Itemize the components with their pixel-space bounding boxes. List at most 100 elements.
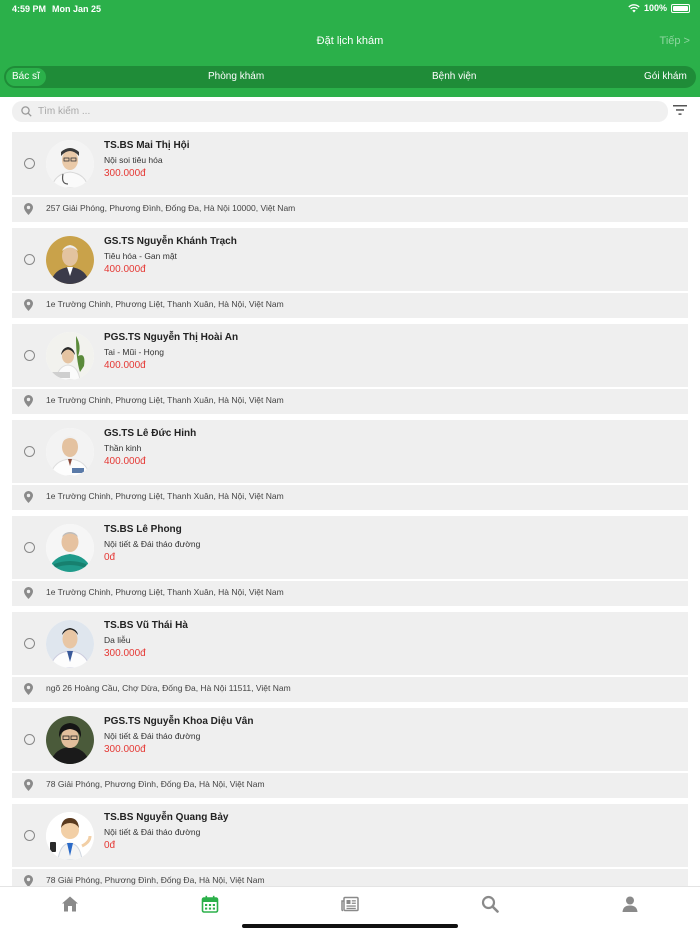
doctor-card[interactable]: TS.BS Mai Thị Hội Nội soi tiêu hóa 300.0… — [12, 132, 688, 222]
doctor-avatar — [46, 716, 94, 764]
doctor-card-info: GS.TS Lê Đức Hinh Thần kinh 400.000đ — [12, 420, 688, 482]
doctor-avatar — [46, 332, 94, 380]
select-radio[interactable] — [24, 638, 35, 649]
divider — [12, 291, 688, 293]
doctor-avatar — [46, 524, 94, 572]
status-date: Mon Jan 25 — [52, 4, 102, 14]
location-pin-icon — [24, 779, 33, 791]
doctor-specialty: Nội tiết & Đái tháo đường — [104, 539, 201, 549]
next-button[interactable]: Tiếp > — [660, 35, 690, 47]
tab-clinics[interactable]: Phòng khám — [208, 66, 264, 88]
doctor-avatar — [46, 620, 94, 668]
divider — [12, 387, 688, 389]
home-icon[interactable] — [61, 895, 79, 913]
doctor-name: GS.TS Lê Đức Hinh — [104, 428, 197, 439]
doctor-card[interactable]: GS.TS Lê Đức Hinh Thần kinh 400.000đ 1e … — [12, 420, 688, 510]
select-radio[interactable] — [24, 254, 35, 265]
calendar-icon[interactable] — [201, 895, 219, 913]
doctor-price: 300.000đ — [104, 168, 146, 179]
location-pin-icon — [24, 683, 33, 695]
doctor-name: PGS.TS Nguyễn Khoa Diệu Vân — [104, 716, 254, 727]
location-pin-icon — [24, 299, 33, 311]
doctor-name: PGS.TS Nguyễn Thị Hoài An — [104, 332, 239, 343]
page-title: Đặt lịch khám — [316, 35, 384, 47]
doctor-specialty: Tai - Mũi - Họng — [104, 347, 164, 357]
doctor-name: TS.BS Mai Thị Hội — [104, 140, 190, 151]
doctor-avatar — [46, 140, 94, 188]
doctor-list: TS.BS Mai Thị Hội Nội soi tiêu hóa 300.0… — [0, 132, 700, 886]
divider — [12, 579, 688, 581]
doctor-price: 300.000đ — [104, 648, 146, 659]
doctor-specialty: Tiêu hóa - Gan mật — [104, 251, 177, 261]
select-radio[interactable] — [24, 158, 35, 169]
doctor-name: GS.TS Nguyễn Khánh Trạch — [104, 236, 237, 247]
doctor-price: 0đ — [104, 840, 116, 851]
doctor-address: 78 Giải Phóng, Phương Đình, Đống Đa, Hà … — [46, 875, 265, 885]
doctor-price: 400.000đ — [104, 264, 146, 275]
status-bar: 4:59 PM Mon Jan 25 100% — [0, 0, 700, 18]
doctor-address: 1e Trường Chinh, Phương Liệt, Thanh Xuân… — [46, 587, 284, 597]
select-radio[interactable] — [24, 734, 35, 745]
doctor-specialty: Nội soi tiêu hóa — [104, 155, 163, 165]
news-icon[interactable] — [341, 895, 359, 913]
doctor-card[interactable]: PGS.TS Nguyễn Thị Hoài An Tai - Mũi - Họ… — [12, 324, 688, 414]
divider — [12, 195, 688, 197]
doctor-avatar — [46, 236, 94, 284]
select-radio[interactable] — [24, 542, 35, 553]
select-radio[interactable] — [24, 446, 35, 457]
doctor-address: 1e Trường Chinh, Phương Liệt, Thanh Xuân… — [46, 491, 284, 501]
tab-doctors[interactable]: Bác sĩ — [6, 68, 46, 86]
screen: 4:59 PM Mon Jan 25 100% Đặt lịch khám Ti… — [0, 0, 700, 934]
divider — [12, 675, 688, 677]
doctor-card-info: PGS.TS Nguyễn Khoa Diệu Vân Nội tiết & Đ… — [12, 708, 688, 770]
battery-icon — [671, 3, 690, 13]
status-indicators: 100% — [628, 3, 690, 13]
search-row — [0, 97, 700, 127]
divider — [12, 483, 688, 485]
doctor-price: 400.000đ — [104, 360, 146, 371]
location-pin-icon — [24, 203, 33, 215]
doctor-specialty: Thần kinh — [104, 443, 142, 453]
divider — [12, 771, 688, 773]
doctor-name: TS.BS Nguyễn Quang Bảy — [104, 812, 229, 823]
status-time: 4:59 PM — [12, 4, 47, 14]
doctor-avatar — [46, 812, 94, 860]
filter-icon[interactable] — [673, 104, 687, 116]
user-icon[interactable] — [621, 895, 639, 913]
search-input[interactable] — [38, 101, 638, 122]
doctor-address: 1e Trường Chinh, Phương Liệt, Thanh Xuân… — [46, 395, 284, 405]
select-radio[interactable] — [24, 830, 35, 841]
doctor-specialty: Nội tiết & Đái tháo đường — [104, 731, 201, 741]
doctor-specialty: Da liễu — [104, 635, 131, 645]
doctor-card[interactable]: GS.TS Nguyễn Khánh Trạch Tiêu hóa - Gan … — [12, 228, 688, 318]
doctor-price: 0đ — [104, 552, 116, 563]
doctor-card-info: TS.BS Mai Thị Hội Nội soi tiêu hóa 300.0… — [12, 132, 688, 194]
doctor-card-info: TS.BS Vũ Thái Hà Da liễu 300.000đ — [12, 612, 688, 674]
doctor-card[interactable]: TS.BS Lê Phong Nội tiết & Đái tháo đường… — [12, 516, 688, 606]
location-pin-icon — [24, 875, 33, 886]
location-pin-icon — [24, 395, 33, 407]
doctor-avatar — [46, 428, 94, 476]
app-header: 4:59 PM Mon Jan 25 100% Đặt lịch khám Ti… — [0, 0, 700, 97]
doctor-card-info: GS.TS Nguyễn Khánh Trạch Tiêu hóa - Gan … — [12, 228, 688, 290]
doctor-specialty: Nội tiết & Đái tháo đường — [104, 827, 201, 837]
wifi-icon — [628, 3, 640, 12]
doctor-name: TS.BS Lê Phong — [104, 524, 182, 535]
doctor-address: 257 Giải Phóng, Phương Đình, Đống Đa, Hà… — [46, 203, 296, 213]
doctor-price: 300.000đ — [104, 744, 146, 755]
doctor-card-info: TS.BS Lê Phong Nội tiết & Đái tháo đường… — [12, 516, 688, 578]
doctor-price: 400.000đ — [104, 456, 146, 467]
select-radio[interactable] — [24, 350, 35, 361]
search-icon[interactable] — [481, 895, 499, 913]
doctor-card[interactable]: TS.BS Vũ Thái Hà Da liễu 300.000đ ngõ 26… — [12, 612, 688, 702]
location-pin-icon — [24, 587, 33, 599]
search-box — [12, 101, 668, 122]
home-indicator — [242, 924, 458, 928]
location-pin-icon — [24, 491, 33, 503]
doctor-address: 1e Trường Chinh, Phương Liệt, Thanh Xuân… — [46, 299, 284, 309]
tab-packages[interactable]: Gói khám — [644, 66, 687, 88]
doctor-card[interactable]: TS.BS Nguyễn Quang Bảy Nội tiết & Đái th… — [12, 804, 688, 886]
doctor-card[interactable]: PGS.TS Nguyễn Khoa Diệu Vân Nội tiết & Đ… — [12, 708, 688, 798]
doctor-card-info: TS.BS Nguyễn Quang Bảy Nội tiết & Đái th… — [12, 804, 688, 866]
tab-hospitals[interactable]: Bệnh viện — [432, 66, 476, 88]
